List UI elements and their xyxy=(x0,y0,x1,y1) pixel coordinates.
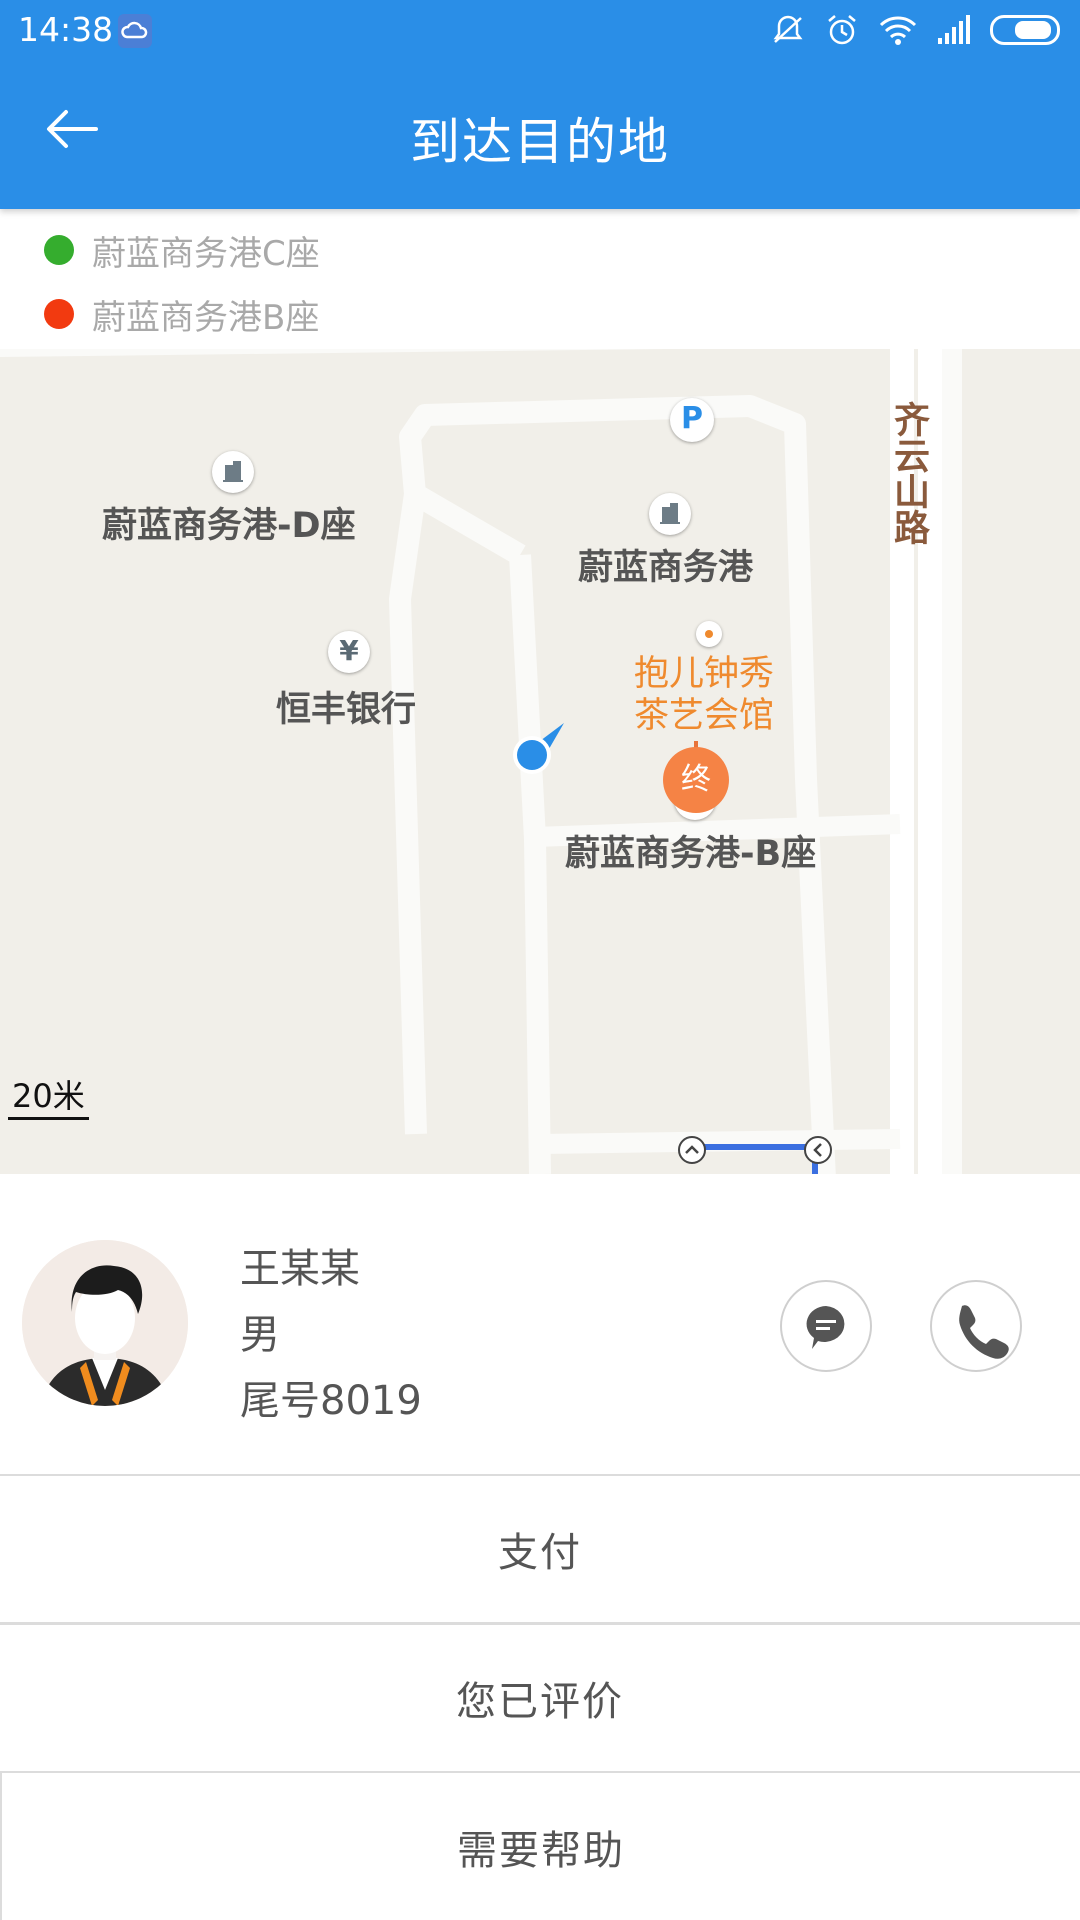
poi-b-tower[interactable]: 蔚蓝商务港-B座 xyxy=(565,825,816,876)
poi-plaza[interactable]: 蔚蓝商务港 xyxy=(578,539,753,590)
end-marker[interactable]: 终 xyxy=(663,747,729,813)
map-scale: 20米 xyxy=(8,1071,89,1120)
driver-name: 王某某 xyxy=(240,1246,360,1292)
poi-d-tower[interactable]: 蔚蓝商务港-D座 xyxy=(102,497,356,548)
help-button[interactable]: 需要帮助 xyxy=(0,1773,1080,1920)
bank-symbol: ¥ xyxy=(339,634,359,667)
driver-avatar xyxy=(22,1240,188,1406)
status-icons xyxy=(770,10,1060,50)
poi-teahouse[interactable]: 抱儿钟秀 茶艺会馆 xyxy=(634,653,774,737)
building-icon[interactable] xyxy=(649,493,691,535)
poi-teahouse-line1: 抱儿钟秀 xyxy=(634,654,775,694)
turn-left-icon xyxy=(804,1136,832,1164)
poi-teahouse-line2: 茶艺会馆 xyxy=(634,696,775,736)
bank-icon[interactable]: ¥ xyxy=(328,631,370,673)
mute-icon xyxy=(773,15,803,43)
message-button[interactable] xyxy=(780,1280,872,1372)
status-bar: 14:38 xyxy=(0,0,1080,60)
driver-gender: 男 xyxy=(240,1312,280,1358)
chat-icon xyxy=(806,1306,845,1349)
route-end-label: 蔚蓝商务港B座 xyxy=(92,297,320,338)
app-bar: 14:38 到达目的地 xyxy=(0,0,1080,209)
page-title: 到达目的地 xyxy=(410,113,670,171)
header: 到达目的地 xyxy=(0,60,1080,209)
pay-button[interactable]: 支付 xyxy=(0,1476,1080,1622)
route-end: 蔚蓝商务港B座 xyxy=(44,294,319,338)
rated-button[interactable]: 您已评价 xyxy=(0,1625,1080,1771)
parking-label: P xyxy=(681,401,703,436)
poi-bank[interactable]: 恒丰银行 xyxy=(276,681,416,732)
signal-icon xyxy=(938,15,970,44)
alarm-icon xyxy=(828,15,856,45)
end-dot-icon xyxy=(44,299,74,329)
turn-up-icon xyxy=(678,1136,706,1164)
wifi-icon xyxy=(879,16,917,45)
start-dot-icon xyxy=(44,235,74,265)
map-view[interactable]: P 蔚蓝商务港-D座 蔚蓝商务港 ¥ 恒丰银行 抱儿钟秀 茶艺会馆 终 蔚蓝商务… xyxy=(0,349,1080,1174)
current-location-icon xyxy=(513,723,564,774)
route-start: 蔚蓝商务港C座 xyxy=(44,230,320,274)
driver-card: 王某某 男 尾号8019 xyxy=(0,1174,1080,1474)
battery-icon xyxy=(990,15,1060,45)
driver-plate: 尾号8019 xyxy=(240,1378,422,1424)
route-start-label: 蔚蓝商务港C座 xyxy=(92,233,320,274)
route-summary: 蔚蓝商务港C座 蔚蓝商务港B座 xyxy=(0,209,1080,349)
status-time: 14:38 xyxy=(18,10,114,49)
driver-info: 王某某 男 尾号8019 xyxy=(240,1236,422,1434)
phone-icon xyxy=(959,1305,1009,1359)
call-button[interactable] xyxy=(930,1280,1022,1372)
cloud-icon xyxy=(118,14,152,48)
building-icon[interactable] xyxy=(212,451,254,493)
road-label: 齐云山路 xyxy=(888,401,929,545)
poi-dot-icon[interactable] xyxy=(696,621,722,647)
parking-icon[interactable]: P xyxy=(670,398,714,442)
